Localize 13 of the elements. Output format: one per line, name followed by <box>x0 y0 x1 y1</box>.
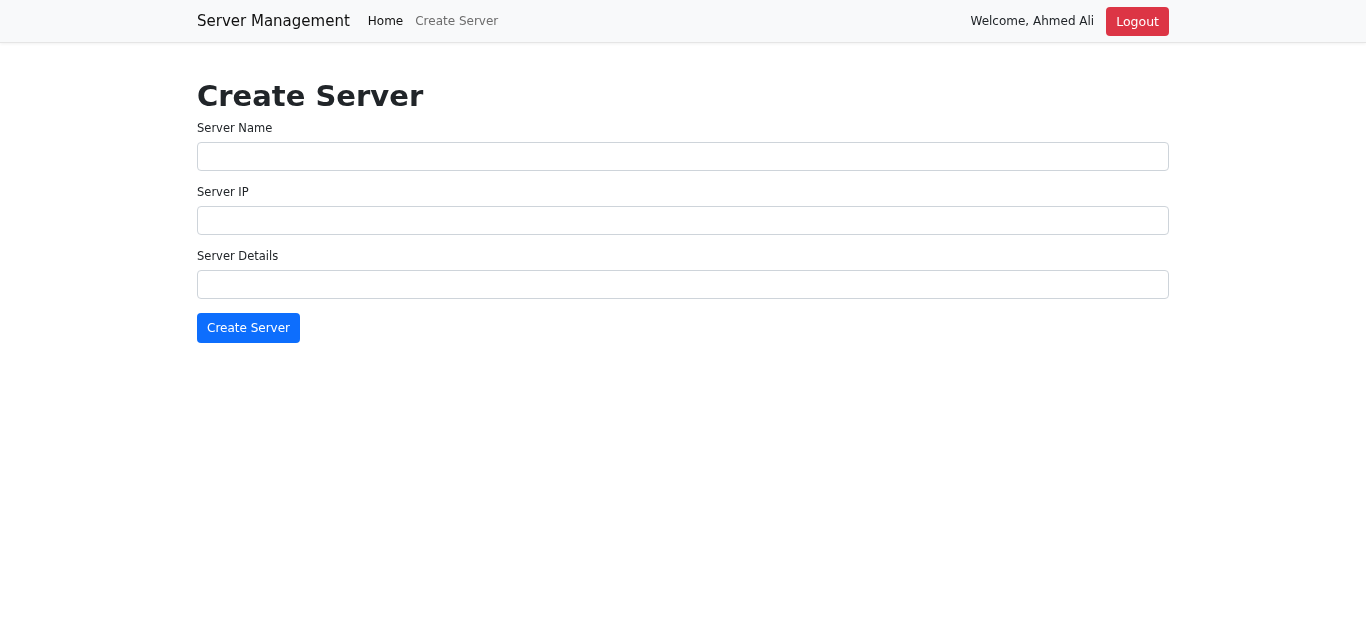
nav-link[interactable]: Create Server <box>415 14 499 28</box>
input-field[interactable] <box>197 270 1169 299</box>
page-title: Create Server <box>197 79 425 113</box>
brand-link[interactable]: Server Management <box>197 12 350 30</box>
welcome-text: Welcome, Ahmed Ali <box>970 14 1095 28</box>
create-server-button[interactable]: Create Server <box>197 313 301 343</box>
logout-button[interactable]: Logout <box>1106 6 1169 36</box>
field-label: Server Details <box>197 249 280 263</box>
field-label: Server IP <box>197 185 250 199</box>
input-field[interactable] <box>197 142 1169 171</box>
field-label: Server Name <box>197 121 274 135</box>
input-field[interactable] <box>197 206 1169 235</box>
nav-link[interactable]: Home <box>367 14 404 28</box>
